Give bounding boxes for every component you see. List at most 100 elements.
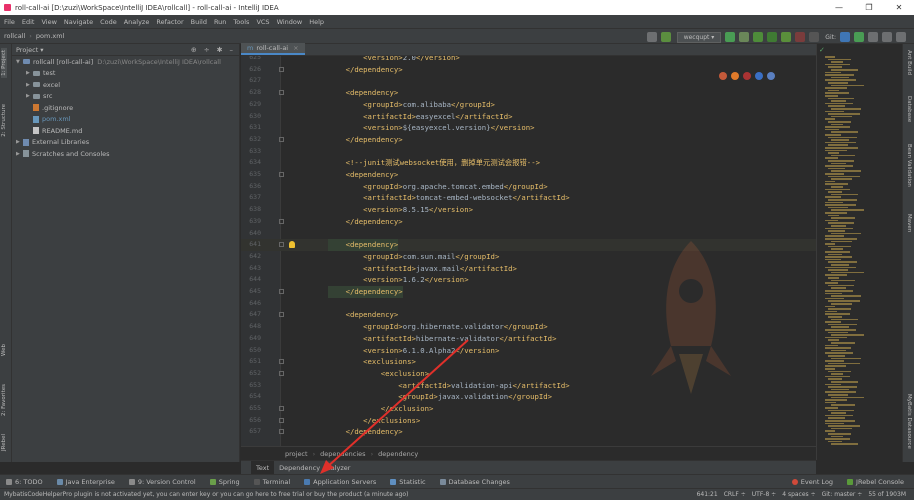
code-line[interactable]: 638 <version>8.5.15</version> xyxy=(241,204,816,216)
tool-java-enterprise[interactable]: Java Enterprise xyxy=(56,478,115,486)
menu-window[interactable]: Window xyxy=(277,18,303,26)
line-separator[interactable]: CRLF ÷ xyxy=(724,491,746,498)
memory-indicator[interactable]: 55 of 1903M xyxy=(868,491,906,498)
code-line[interactable]: 632 </dependency> xyxy=(241,134,816,146)
fold-marker-icon[interactable] xyxy=(279,359,284,365)
menu-view[interactable]: View xyxy=(41,18,56,26)
fold-marker-icon[interactable] xyxy=(279,66,284,72)
intention-bulb-icon[interactable] xyxy=(289,241,295,249)
tool-version-control[interactable]: 9: Version Control xyxy=(128,478,196,486)
menu-run[interactable]: Run xyxy=(214,18,226,26)
code-editor[interactable]: 625 <version>2.0</version> 626 </dependen… xyxy=(241,56,816,446)
tool-application-servers[interactable]: Application Servers xyxy=(304,478,376,486)
tab-text[interactable]: Text xyxy=(251,460,275,475)
fold-marker-icon[interactable] xyxy=(279,417,284,423)
settings-gear-icon[interactable]: ✱ xyxy=(217,46,223,54)
code-line[interactable]: 628 <dependency> xyxy=(241,87,816,99)
tab-database[interactable]: Database xyxy=(906,96,912,122)
tree-item[interactable]: .gitignore xyxy=(12,102,239,114)
file-encoding[interactable]: UTF-8 ÷ xyxy=(752,491,776,498)
menu-analyze[interactable]: Analyze xyxy=(124,18,150,26)
code-line[interactable]: 629 <groupId>com.alibaba</groupId> xyxy=(241,99,816,111)
git-update-icon[interactable] xyxy=(840,32,850,42)
maximize-button[interactable]: ❐ xyxy=(854,0,884,15)
tool-spring[interactable]: Spring xyxy=(209,478,240,486)
chrome-icon[interactable] xyxy=(719,72,727,80)
locate-icon[interactable]: ⊕ xyxy=(191,46,197,54)
jrebel-run-icon[interactable] xyxy=(767,32,778,42)
run-icon[interactable] xyxy=(725,32,736,42)
crumb-project[interactable]: project xyxy=(285,450,308,458)
ie-icon[interactable] xyxy=(755,72,763,80)
inspection-ok-icon[interactable]: ✓ xyxy=(819,46,825,54)
code-line[interactable]: 655 </exclusion> xyxy=(241,403,816,415)
build-hammer-icon[interactable] xyxy=(660,32,671,42)
tab-structure[interactable]: 2: Structure xyxy=(1,104,7,137)
indent-setting[interactable]: 4 spaces ÷ xyxy=(782,491,815,498)
tab-mybatis-datasource[interactable]: MyBatis Datasource xyxy=(906,394,912,449)
crumb-dependencies[interactable]: dependencies xyxy=(320,450,365,458)
tool-event-log[interactable]: Event Log xyxy=(791,478,833,486)
code-line[interactable]: 635 <dependency> xyxy=(241,169,816,181)
menu-file[interactable]: File xyxy=(4,18,15,26)
fold-marker-icon[interactable] xyxy=(279,242,284,248)
coverage-icon[interactable] xyxy=(753,32,764,42)
code-line[interactable]: 656 </exclusions> xyxy=(241,415,816,427)
tree-item[interactable]: pom.xml xyxy=(12,114,239,126)
code-line[interactable]: 630 <artifactId>easyexcel</artifactId> xyxy=(241,111,816,123)
collapse-arrow-icon[interactable]: ▶ xyxy=(16,139,23,145)
tool-jrebel-console[interactable]: JRebel Console xyxy=(847,478,904,486)
tree-item[interactable]: README.md xyxy=(12,125,239,137)
collapse-arrow-icon[interactable]: ▶ xyxy=(26,82,33,88)
fold-marker-icon[interactable] xyxy=(279,90,284,96)
fold-marker-icon[interactable] xyxy=(279,172,284,177)
tree-item[interactable]: ▶ excel xyxy=(12,79,239,91)
fold-marker-icon[interactable] xyxy=(279,370,284,376)
tab-pom-xml[interactable]: m roll-call-ai × xyxy=(241,43,305,55)
fold-marker-icon[interactable] xyxy=(279,289,284,294)
collapse-arrow-icon[interactable]: ▶ xyxy=(26,70,33,76)
search-icon[interactable] xyxy=(896,32,906,42)
menu-build[interactable]: Build xyxy=(191,18,207,26)
tab-web[interactable]: Web xyxy=(1,344,7,356)
tree-item[interactable]: ▼ rollcall [roll-call-ai] D:\zuzi\WorkSpac… xyxy=(12,56,239,68)
fold-marker-icon[interactable] xyxy=(279,218,284,224)
code-minimap[interactable]: ✓ xyxy=(816,44,902,460)
tool-statistic[interactable]: Statistic xyxy=(390,478,426,486)
tool-database-changes[interactable]: Database Changes xyxy=(439,478,510,486)
edge-icon[interactable] xyxy=(767,72,775,80)
menu-tools[interactable]: Tools xyxy=(233,18,249,26)
firefox-icon[interactable] xyxy=(731,72,739,80)
tab-project[interactable]: 1: Project xyxy=(1,48,7,78)
collapse-arrow-icon[interactable]: ▶ xyxy=(26,93,33,99)
expand-arrow-icon[interactable]: ▼ xyxy=(16,59,23,65)
code-line[interactable]: 625 <version>2.0</version> xyxy=(241,56,816,64)
git-branch[interactable]: Git: master ÷ xyxy=(822,491,863,498)
menu-edit[interactable]: Edit xyxy=(22,18,35,26)
fold-marker-icon[interactable] xyxy=(279,406,284,411)
tool-terminal[interactable]: Terminal xyxy=(253,478,290,486)
fold-marker-icon[interactable] xyxy=(279,136,284,142)
code-line[interactable]: 634 <!--junit测试websocket使用，删掉单元测试会报错--> xyxy=(241,157,816,169)
menu-refactor[interactable]: Refactor xyxy=(156,18,183,26)
code-line[interactable]: 633 xyxy=(241,146,816,158)
collapse-arrow-icon[interactable]: ▶ xyxy=(16,151,23,157)
crumb-dependency[interactable]: dependency xyxy=(378,450,418,458)
code-line[interactable]: 637 <artifactId>tomcat-embed-websocket</… xyxy=(241,192,816,204)
run-config-select[interactable]: wecqupt ▾ xyxy=(676,31,722,43)
status-message[interactable]: MybatisCodeHelperPro plugin is not activ… xyxy=(4,491,691,498)
code-line[interactable]: 639 </dependency> xyxy=(241,216,816,228)
fold-marker-icon[interactable] xyxy=(279,429,284,435)
code-line[interactable]: 636 <groupId>org.apache.tomcat.embed</gr… xyxy=(241,181,816,193)
fold-marker-icon[interactable] xyxy=(279,312,284,318)
code-line[interactable]: 657 </dependency> xyxy=(241,426,816,438)
tab-jrebel[interactable]: JRebel xyxy=(1,434,7,451)
caret-position[interactable]: 641:21 xyxy=(697,491,718,498)
tab-dependency-analyzer[interactable]: Dependency Analyzer xyxy=(274,461,355,475)
tab-ant-build[interactable]: Ant Build xyxy=(906,50,912,75)
nav-project[interactable]: rollcall xyxy=(4,32,25,40)
jrebel-debug-icon[interactable] xyxy=(781,32,792,42)
tree-item[interactable]: ▶ Scratches and Consoles xyxy=(12,148,239,160)
menu-vcs[interactable]: VCS xyxy=(256,18,269,26)
layout-icon[interactable] xyxy=(646,32,657,42)
